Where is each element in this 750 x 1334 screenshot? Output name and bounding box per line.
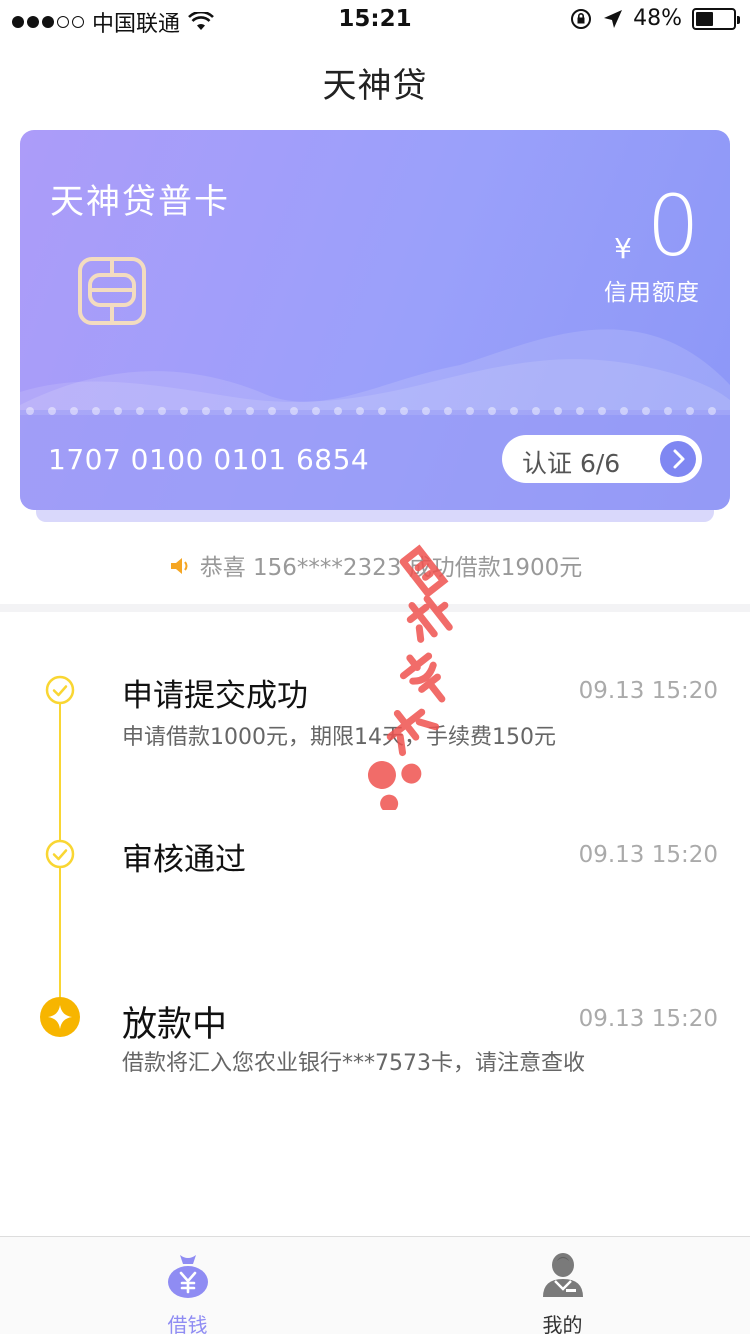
check-circle-icon bbox=[45, 839, 75, 869]
card-number: 1707 0100 0101 6854 bbox=[48, 443, 370, 476]
user-icon bbox=[543, 1253, 583, 1297]
verification-button[interactable]: 认证 6/6 bbox=[502, 435, 702, 483]
status-icons: 48% bbox=[569, 6, 740, 31]
orientation-lock-icon bbox=[571, 8, 592, 29]
verification-label: 认证 6/6 bbox=[522, 449, 621, 478]
location-arrow-icon bbox=[604, 9, 623, 28]
currency-symbol: ¥ bbox=[614, 232, 632, 265]
speaker-icon bbox=[170, 558, 188, 574]
watermark-logo bbox=[367, 544, 453, 810]
tab-bar: 借钱 我的 bbox=[0, 1236, 750, 1334]
tab-label: 借钱 bbox=[167, 1313, 208, 1334]
step-description: 借款将汇入您农业银行***7573卡，请注意查收 bbox=[122, 1051, 585, 1076]
check-circle-icon bbox=[45, 675, 75, 705]
credit-card[interactable]: 天神贷普卡 ¥ 0 信用额度 1707 0100 0101 6854 认证 6/… bbox=[20, 130, 730, 510]
money-bag-icon bbox=[168, 1255, 208, 1298]
step-title: 审核通过 bbox=[122, 842, 246, 878]
status-bar: 中国联通 15:21 48% bbox=[0, 0, 750, 40]
step-time: 09.13 15:20 bbox=[578, 842, 718, 868]
step-time: 09.13 15:20 bbox=[578, 1006, 718, 1032]
step-title: 放款中 bbox=[122, 1005, 228, 1045]
credit-limit-value: 0 bbox=[646, 177, 700, 275]
step-time: 09.13 15:20 bbox=[578, 678, 718, 704]
chevron-right-icon bbox=[660, 441, 696, 477]
card-chip-icon bbox=[78, 257, 146, 325]
card-title: 天神贷普卡 bbox=[50, 182, 230, 222]
tab-borrow[interactable]: 借钱 bbox=[0, 1237, 375, 1334]
tab-mine[interactable]: 我的 bbox=[375, 1237, 750, 1334]
credit-limit-label: 信用额度 bbox=[604, 280, 700, 306]
tab-label: 我的 bbox=[542, 1313, 583, 1334]
battery-percent: 48% bbox=[633, 6, 682, 31]
active-step-icon bbox=[40, 997, 80, 1037]
page-title: 天神贷 bbox=[322, 66, 428, 106]
battery-icon bbox=[692, 7, 740, 30]
